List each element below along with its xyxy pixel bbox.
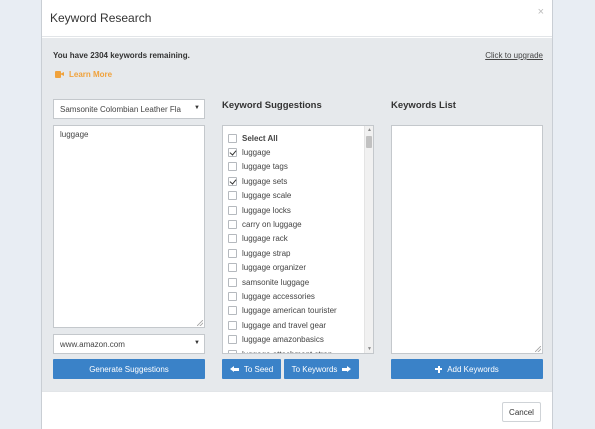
suggestion-label: luggage locks	[242, 205, 291, 215]
suggestion-item[interactable]: carry on luggage	[228, 217, 366, 231]
plus-icon	[435, 365, 443, 373]
keyword-suggestions-title: Keyword Suggestions	[222, 100, 322, 111]
suggestion-item[interactable]: luggage rack	[228, 232, 366, 246]
modal-body: You have 2304 keywords remaining. Click …	[42, 38, 552, 391]
chevron-down-icon: ▼	[194, 340, 200, 346]
to-keywords-label: To Keywords	[291, 364, 338, 374]
suggestion-label: luggage amazonbasics	[242, 335, 324, 345]
checkbox[interactable]	[228, 191, 237, 201]
to-seed-button[interactable]: To Seed	[222, 359, 281, 379]
suggestion-item[interactable]: luggage and travel gear	[228, 318, 366, 332]
chevron-down-icon: ▼	[194, 105, 200, 111]
suggestion-item[interactable]: luggage	[228, 145, 366, 159]
checkbox[interactable]	[228, 148, 237, 158]
suggestion-label: luggage strap	[242, 248, 291, 258]
marketplace-select-value: www.amazon.com	[60, 340, 125, 349]
generate-suggestions-label: Generate Suggestions	[89, 364, 169, 374]
suggestion-label: luggage and travel gear	[242, 320, 327, 330]
add-keywords-label: Add Keywords	[447, 364, 499, 374]
suggestion-item[interactable]: luggage scale	[228, 189, 366, 203]
checkbox[interactable]	[228, 133, 237, 143]
checkbox[interactable]	[228, 320, 237, 330]
suggestion-label: luggage rack	[242, 234, 288, 244]
suggestion-label: luggage american tourister	[242, 306, 337, 316]
arrow-left-icon	[229, 365, 239, 373]
suggestion-item[interactable]: luggage strap	[228, 246, 366, 260]
add-keywords-button[interactable]: Add Keywords	[391, 359, 543, 379]
suggestion-item[interactable]: luggage accessories	[228, 289, 366, 303]
keywords-remaining-text: You have 2304 keywords remaining.	[53, 51, 190, 60]
suggestion-label: samsonite luggage	[242, 277, 310, 287]
checkbox[interactable]	[228, 248, 237, 258]
checkbox[interactable]	[228, 205, 237, 215]
generate-suggestions-button[interactable]: Generate Suggestions	[53, 359, 205, 379]
cancel-label: Cancel	[509, 407, 534, 417]
checkbox[interactable]	[228, 291, 237, 301]
keyword-research-modal: Keyword Research × You have 2304 keyword…	[41, 0, 553, 429]
checkbox[interactable]	[228, 162, 237, 172]
modal-title: Keyword Research	[50, 11, 152, 25]
seed-keywords-text: luggage	[60, 130, 89, 139]
suggestion-item[interactable]: luggage attachment strap	[228, 347, 366, 353]
resize-grip-icon[interactable]	[535, 346, 541, 352]
product-select[interactable]: Samsonite Colombian Leather Fla ▼	[53, 99, 205, 119]
backdrop-left	[0, 0, 41, 429]
backdrop-right	[553, 0, 595, 429]
close-icon[interactable]: ×	[538, 6, 544, 18]
to-seed-label: To Seed	[243, 364, 274, 374]
suggestion-item[interactable]: luggage tags	[228, 160, 366, 174]
learn-more-label: Learn More	[69, 70, 113, 79]
video-camera-icon	[55, 71, 64, 78]
suggestion-item[interactable]: samsonite luggage	[228, 275, 366, 289]
upgrade-link[interactable]: Click to upgrade	[485, 51, 543, 60]
learn-more-link[interactable]: Learn More	[55, 70, 112, 79]
suggestion-item[interactable]: luggage sets	[228, 174, 366, 188]
marketplace-select[interactable]: www.amazon.com ▼	[53, 334, 205, 354]
seed-keywords-textarea[interactable]: luggage	[53, 125, 205, 328]
checkbox[interactable]	[228, 220, 237, 230]
keywords-list-title: Keywords List	[391, 100, 456, 111]
suggestion-label: luggage organizer	[242, 263, 307, 273]
to-keywords-button[interactable]: To Keywords	[284, 359, 359, 379]
checkbox[interactable]	[228, 349, 237, 353]
modal-footer: Cancel	[42, 391, 552, 429]
suggestion-item[interactable]: luggage amazonbasics	[228, 332, 366, 346]
checkbox[interactable]	[228, 263, 237, 273]
suggestion-label: luggage accessories	[242, 291, 315, 301]
checkbox[interactable]	[228, 335, 237, 345]
product-select-value: Samsonite Colombian Leather Fla	[60, 105, 181, 114]
scroll-down-icon[interactable]: ▼	[366, 346, 373, 352]
suggestion-label: carry on luggage	[242, 220, 302, 230]
suggestions-items: Select All luggage luggage tags luggage set…	[228, 131, 366, 353]
keyword-suggestions-list[interactable]: Select All luggage luggage tags luggage set…	[222, 125, 374, 354]
checkbox[interactable]	[228, 234, 237, 244]
cancel-button[interactable]: Cancel	[502, 402, 541, 422]
suggestion-label: Select All	[242, 133, 278, 143]
suggestion-label: luggage scale	[242, 191, 292, 201]
checkbox[interactable]	[228, 277, 237, 287]
suggestions-scrollbar[interactable]: ▲ ▼	[364, 126, 373, 353]
checkbox[interactable]	[228, 176, 237, 186]
modal-header: Keyword Research ×	[42, 0, 552, 37]
suggestion-label: luggage tags	[242, 162, 288, 172]
select-all-item[interactable]: Select All	[228, 131, 366, 145]
scroll-up-icon[interactable]: ▲	[366, 127, 373, 133]
suggestion-label: luggage attachment strap	[242, 350, 332, 353]
scrollbar-thumb[interactable]	[366, 136, 372, 148]
suggestion-label: luggage sets	[242, 176, 288, 186]
keywords-list-textarea[interactable]	[391, 125, 543, 354]
suggestion-item[interactable]: luggage organizer	[228, 261, 366, 275]
resize-grip-icon[interactable]	[197, 320, 203, 326]
suggestion-item[interactable]: luggage american tourister	[228, 304, 366, 318]
checkbox[interactable]	[228, 306, 237, 316]
suggestion-label: luggage	[242, 148, 271, 158]
suggestion-item[interactable]: luggage locks	[228, 203, 366, 217]
arrow-right-icon	[342, 365, 352, 373]
